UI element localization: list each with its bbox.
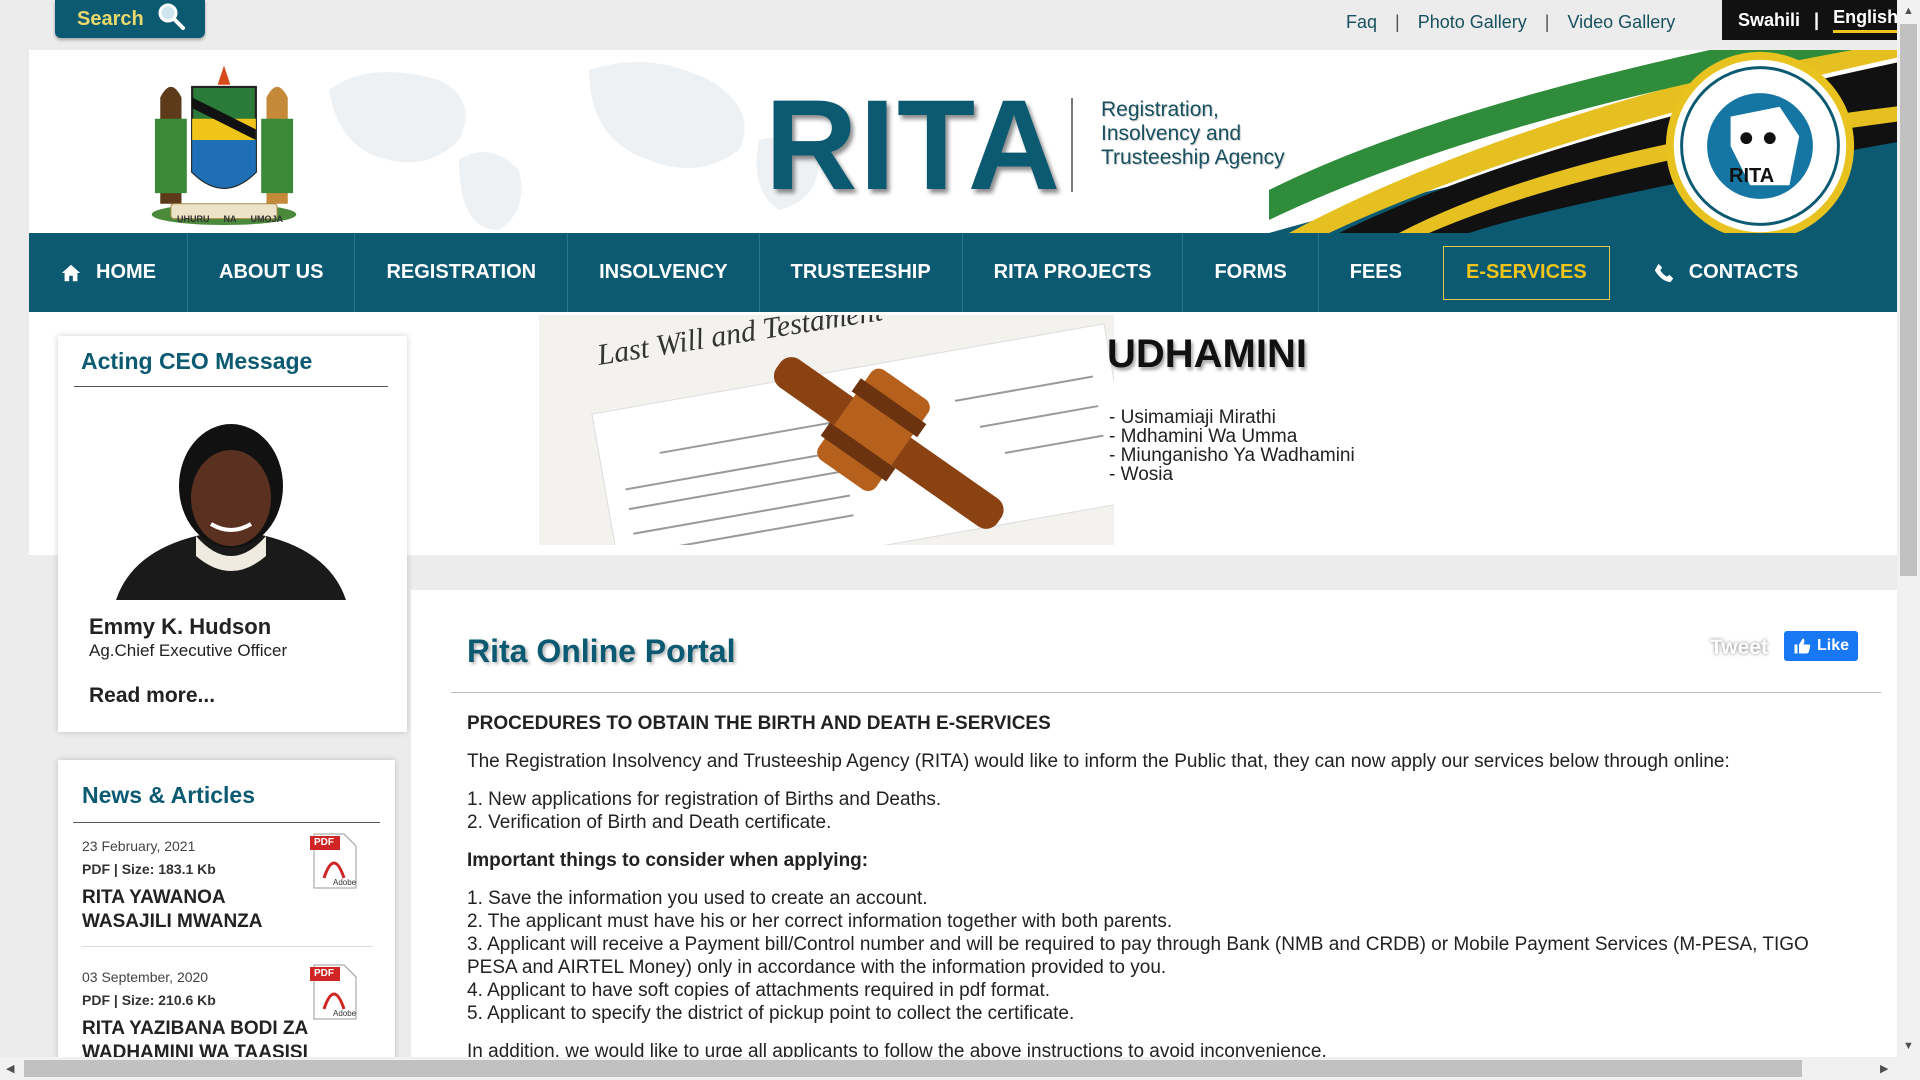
nav-registration[interactable]: REGISTRATION — [355, 233, 569, 312]
main-nav: HOME ABOUT US REGISTRATION INSOLVENCY TR… — [29, 233, 1897, 312]
nav-e-services[interactable]: E-SERVICES — [1442, 245, 1610, 300]
tweet-button[interactable]: Tweet — [1710, 636, 1768, 660]
logo-divider — [1071, 98, 1073, 192]
subheading: Important things to consider when applyi… — [467, 850, 869, 871]
pdf-icon[interactable]: PDF Adobe — [310, 963, 358, 1021]
slide-list: - Usimamiaji Mirathi - Mdhamini Wa Umma … — [1109, 408, 1355, 484]
nav-home[interactable]: HOME — [29, 233, 188, 312]
nav-label: INSOLVENCY — [599, 261, 728, 283]
link-separator: | — [1544, 12, 1550, 32]
ceo-photo — [106, 406, 356, 600]
service-item: 2. Verification of Birth and Death certi… — [467, 812, 832, 833]
motto-word: UHURU — [177, 214, 210, 224]
home-icon — [61, 264, 81, 281]
slide-list-item: - Miunganisho Ya Wadhamini — [1109, 445, 1355, 466]
seal-center-label: RITA — [1729, 165, 1775, 187]
vertical-scroll-thumb[interactable] — [1900, 24, 1917, 576]
like-label: Like — [1816, 637, 1849, 654]
slide-title: UDHAMINI — [1107, 332, 1307, 376]
read-more-link[interactable]: Read more... — [89, 684, 215, 708]
nav-label: REGISTRATION — [386, 261, 537, 283]
slide-list-item: - Wosia — [1109, 464, 1174, 485]
step-item: 4. Applicant to have soft copies of atta… — [467, 980, 1050, 1001]
divider — [74, 386, 388, 387]
news-heading: News & Articles — [82, 782, 255, 808]
scroll-left-arrow[interactable]: ◀ — [6, 1062, 14, 1075]
page-title: Rita Online Portal — [467, 633, 736, 669]
nav-fees[interactable]: FEES — [1319, 233, 1433, 312]
slide-list-item: - Mdhamini Wa Umma — [1109, 426, 1298, 447]
service-item: 1. New applications for registration of … — [467, 789, 942, 810]
rita-logo-text: RITA — [765, 74, 1063, 217]
ceo-title: Ag.Chief Executive Officer — [89, 641, 288, 660]
divider — [81, 946, 373, 947]
nav-rita-projects[interactable]: RITA PROJECTS — [963, 233, 1184, 312]
ceo-message-card: Acting CEO Message Emmy K. Hudson Ag.Chi… — [58, 336, 407, 732]
step-item: 1. Save the information you used to crea… — [467, 888, 928, 909]
step-item: 5. Applicant to specify the district of … — [467, 1003, 1075, 1024]
site-header: UHURU NA UMOJA RITA Registration, Insolv… — [29, 50, 1897, 233]
horizontal-scroll-thumb[interactable] — [24, 1060, 1802, 1077]
article-title-link[interactable]: RITA YAWANOA WASAJILI MWANZA — [82, 886, 272, 934]
nav-label: E-SERVICES — [1465, 261, 1587, 283]
news-article: 23 February, 2021 PDF | Size: 183.1 Kb R… — [82, 833, 372, 934]
coat-motto: UHURU NA UMOJA — [177, 214, 283, 224]
nav-label: FORMS — [1214, 261, 1287, 283]
nav-label: TRUSTEESHIP — [790, 261, 931, 283]
scroll-right-arrow[interactable]: ▶ — [1880, 1062, 1888, 1075]
pdf-label: PDF — [314, 837, 334, 848]
nav-contacts[interactable]: CONTACTS — [1622, 233, 1830, 312]
scroll-up-arrow[interactable]: ▲ — [1903, 5, 1914, 17]
adobe-label: Adobe — [333, 1009, 357, 1018]
facebook-like-button[interactable]: Like — [1784, 631, 1858, 661]
nav-label: FEES — [1349, 261, 1402, 283]
search-label: Search — [77, 7, 144, 30]
section-heading: PROCEDURES TO OBTAIN THE BIRTH AND DEATH… — [467, 713, 1051, 734]
nav-contacts-label: CONTACTS — [1688, 261, 1799, 283]
video-gallery-link[interactable]: Video Gallery — [1567, 12, 1675, 33]
divider — [451, 692, 1881, 693]
nav-home-label: HOME — [96, 261, 156, 283]
article-body: PROCEDURES TO OBTAIN THE BIRTH AND DEATH… — [467, 712, 1827, 1063]
step-item: 3. Applicant will receive a Payment bill… — [467, 934, 1809, 978]
pdf-icon[interactable]: PDF Adobe — [310, 832, 358, 890]
page: Search Faq | Photo Gallery | Video Galle… — [0, 0, 1920, 1080]
nav-trusteeship[interactable]: TRUSTEESHIP — [760, 233, 963, 312]
coat-of-arms-logo — [151, 65, 297, 225]
phone-icon — [1654, 263, 1673, 282]
top-links: Faq | Photo Gallery | Video Gallery — [1346, 12, 1675, 33]
scroll-down-arrow[interactable]: ▼ — [1903, 1040, 1914, 1052]
lang-english[interactable]: English — [1833, 7, 1899, 33]
top-bar: Search Faq | Photo Gallery | Video Galle… — [0, 0, 1900, 50]
slide-list-item: - Usimamiaji Mirathi — [1109, 407, 1276, 428]
nav-label: RITA PROJECTS — [993, 261, 1152, 283]
motto-word: NA — [223, 214, 237, 224]
thumbs-up-icon — [1794, 638, 1811, 654]
news-articles-card: News & Articles 23 February, 2021 PDF | … — [58, 760, 395, 1080]
photo-gallery-link[interactable]: Photo Gallery — [1418, 12, 1527, 33]
nav-insolvency[interactable]: INSOLVENCY — [568, 233, 760, 312]
lang-separator: | — [1814, 9, 1820, 30]
rita-seal-logo — [1665, 51, 1855, 233]
intro-paragraph: The Registration Insolvency and Trustees… — [467, 751, 1730, 772]
lang-swahili[interactable]: Swahili — [1738, 10, 1800, 31]
nav-label: ABOUT US — [219, 261, 324, 283]
motto-word: UMOJA — [250, 214, 284, 224]
search-button[interactable]: Search — [55, 0, 205, 38]
nav-forms[interactable]: FORMS — [1183, 233, 1319, 312]
ceo-name: Emmy K. Hudson — [89, 614, 272, 639]
pdf-label: PDF — [314, 968, 334, 979]
news-article: 03 September, 2020 PDF | Size: 210.6 Kb … — [82, 964, 372, 1065]
language-switcher: Swahili | English — [1722, 0, 1900, 40]
ceo-heading: Acting CEO Message — [81, 348, 313, 374]
link-separator: | — [1395, 12, 1400, 32]
divider — [73, 822, 380, 823]
nav-about-us[interactable]: ABOUT US — [188, 233, 356, 312]
step-item: 2. The applicant must have his or her co… — [467, 911, 1173, 932]
faq-link[interactable]: Faq — [1346, 12, 1377, 33]
gavel-document-image: Last Will and Testament — [539, 315, 1114, 545]
adobe-label: Adobe — [333, 878, 357, 887]
search-icon — [156, 1, 186, 37]
